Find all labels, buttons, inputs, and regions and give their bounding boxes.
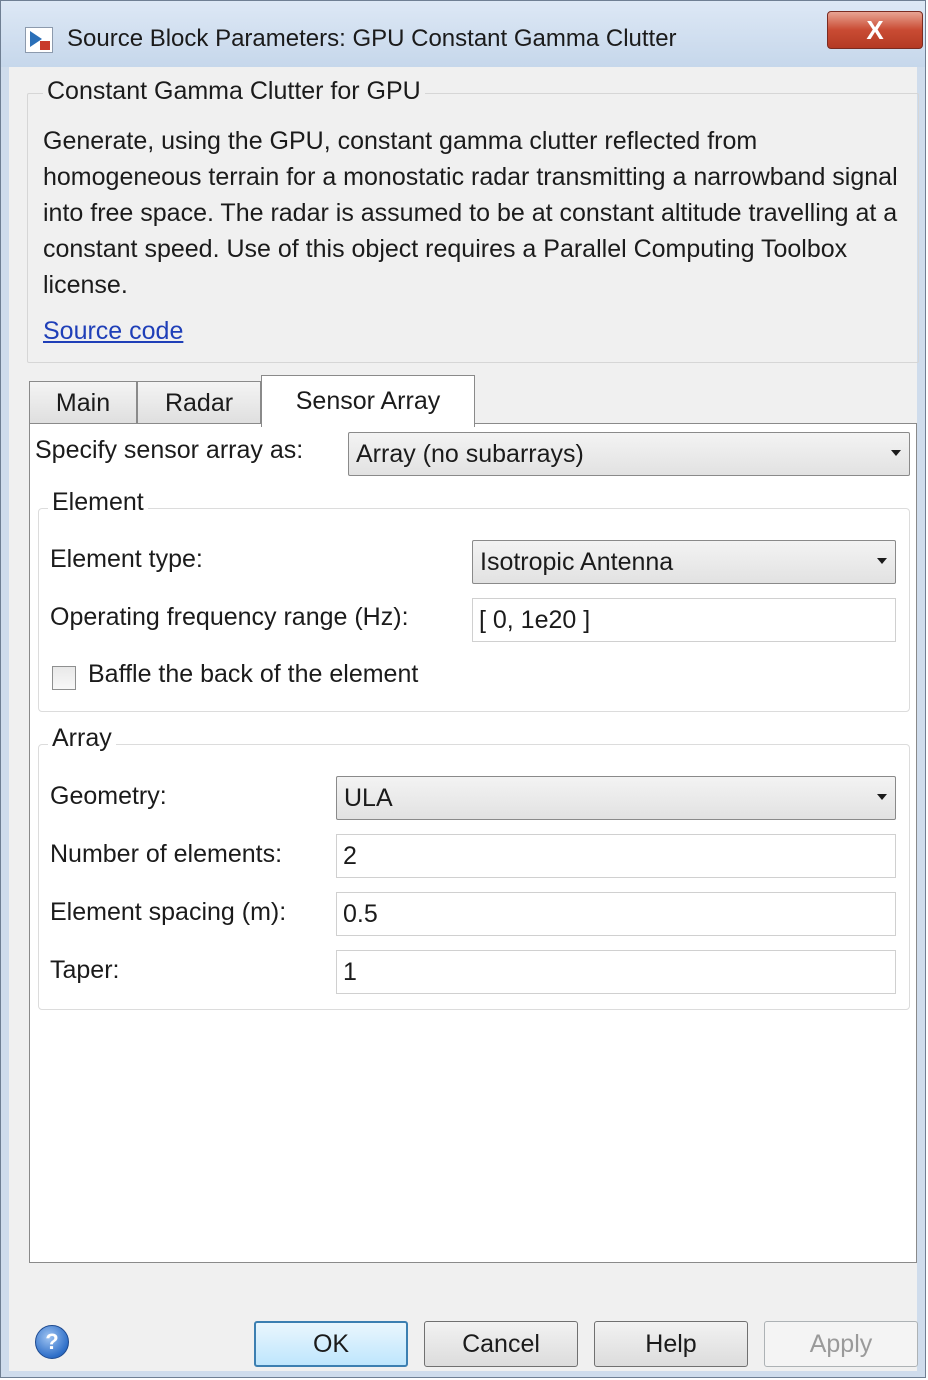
taper-input[interactable]: 1 xyxy=(336,950,896,994)
apply-button-label: Apply xyxy=(809,1329,873,1358)
simulink-app-icon xyxy=(25,27,53,53)
taper-label: Taper: xyxy=(50,956,120,984)
tab-radar[interactable]: Radar xyxy=(137,381,261,425)
tab-main-label: Main xyxy=(55,389,111,417)
geometry-label: Geometry: xyxy=(50,782,167,810)
question-mark-icon: ? xyxy=(45,1329,59,1354)
help-icon[interactable]: ? xyxy=(35,1325,69,1359)
tab-radar-label: Radar xyxy=(164,389,234,417)
element-type-value: Isotropic Antenna xyxy=(480,547,674,576)
tab-main[interactable]: Main xyxy=(29,381,137,425)
operating-frequency-input[interactable]: [ 0, 1e20 ] xyxy=(472,598,896,642)
cancel-button-label: Cancel xyxy=(462,1329,540,1358)
chevron-down-icon xyxy=(891,450,901,456)
element-spacing-label: Element spacing (m): xyxy=(50,898,287,926)
tab-sensor-array-label: Sensor Array xyxy=(295,387,441,415)
operating-frequency-value: [ 0, 1e20 ] xyxy=(479,605,591,634)
chevron-down-icon xyxy=(877,794,887,800)
number-of-elements-value: 2 xyxy=(343,841,357,870)
element-type-dropdown[interactable]: Isotropic Antenna xyxy=(472,540,896,584)
element-spacing-input[interactable]: 0.5 xyxy=(336,892,896,936)
title-bar[interactable]: Source Block Parameters: GPU Constant Ga… xyxy=(1,1,925,67)
dialog-window: Source Block Parameters: GPU Constant Ga… xyxy=(0,0,926,1378)
baffle-checkbox-label[interactable]: Baffle the back of the element xyxy=(88,660,418,689)
specify-array-label: Specify sensor array as: xyxy=(35,436,304,464)
chevron-down-icon xyxy=(877,558,887,564)
number-of-elements-input[interactable]: 2 xyxy=(336,834,896,878)
description-text: Generate, using the GPU, constant gamma … xyxy=(43,127,898,299)
specify-array-value: Array (no subarrays) xyxy=(356,439,584,468)
window-title: Source Block Parameters: GPU Constant Ga… xyxy=(67,25,677,52)
close-icon: X xyxy=(866,14,884,45)
close-button[interactable]: X xyxy=(827,11,923,49)
source-code-link[interactable]: Source code xyxy=(43,317,183,346)
ok-button[interactable]: OK xyxy=(254,1321,408,1367)
element-spacing-value: 0.5 xyxy=(343,899,378,928)
cancel-button[interactable]: Cancel xyxy=(424,1321,578,1367)
geometry-value: ULA xyxy=(344,783,393,812)
ok-button-label: OK xyxy=(312,1329,350,1358)
taper-value: 1 xyxy=(343,957,357,986)
dialog-client-area: Constant Gamma Clutter for GPU Generate,… xyxy=(9,67,919,1371)
number-of-elements-label: Number of elements: xyxy=(50,840,283,868)
element-group-title: Element xyxy=(48,488,148,517)
specify-array-dropdown[interactable]: Array (no subarrays) xyxy=(348,432,910,476)
array-group-title: Array xyxy=(48,724,116,753)
sensor-array-panel: Specify sensor array as: Array (no subar… xyxy=(29,423,917,1263)
element-type-label: Element type: xyxy=(50,545,203,573)
baffle-checkbox[interactable] xyxy=(52,666,76,690)
help-button[interactable]: Help xyxy=(594,1321,748,1367)
operating-frequency-label: Operating frequency range (Hz): xyxy=(50,603,409,631)
tab-sensor-array[interactable]: Sensor Array xyxy=(261,375,475,427)
apply-button[interactable]: Apply xyxy=(764,1321,918,1367)
description-group-title: Constant Gamma Clutter for GPU xyxy=(43,77,425,106)
help-button-label: Help xyxy=(645,1329,697,1358)
geometry-dropdown[interactable]: ULA xyxy=(336,776,896,820)
